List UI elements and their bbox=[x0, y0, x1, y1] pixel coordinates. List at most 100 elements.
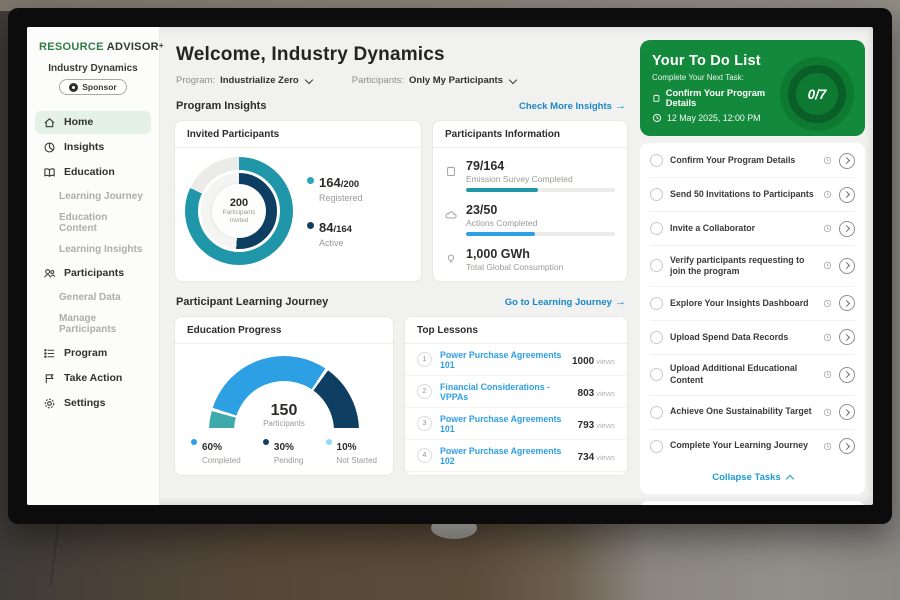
lesson-link[interactable]: Power Purchase Agreements 102 bbox=[440, 446, 570, 466]
sidebar-item-education[interactable]: Education bbox=[35, 161, 151, 184]
sidebar-item-manage-participants[interactable]: Manage Participants bbox=[35, 308, 151, 340]
task-row: Complete Your Learning Journey bbox=[650, 430, 855, 463]
dashboard-screen: RESOURCE ADVISOR+ Industry Dynamics Spon… bbox=[27, 27, 873, 505]
account-block: Industry Dynamics Sponsor bbox=[27, 63, 159, 97]
settings-icon bbox=[43, 397, 56, 410]
task-open-button[interactable] bbox=[839, 153, 855, 169]
lesson-views-label: views bbox=[596, 357, 615, 366]
home-icon bbox=[43, 116, 56, 129]
lesson-link[interactable]: Financial Considerations - VPPAs bbox=[440, 382, 570, 402]
task-open-button[interactable] bbox=[839, 221, 855, 237]
sidebar-item-program[interactable]: Program bbox=[35, 342, 151, 365]
lesson-rank: 2 bbox=[417, 384, 432, 399]
logo-primary: RESOURCE bbox=[39, 41, 104, 53]
todo-tasks-card: Confirm Your Program Details Send 50 Inv… bbox=[640, 143, 865, 494]
clipboard-icon bbox=[445, 165, 457, 177]
sidebar-item-general-data[interactable]: General Data bbox=[35, 287, 151, 308]
task-open-button[interactable] bbox=[839, 295, 855, 311]
collapse-tasks-button[interactable]: Collapse Tasks bbox=[650, 463, 855, 494]
lesson-rank: 3 bbox=[417, 416, 432, 431]
sidebar-item-participants[interactable]: Participants bbox=[35, 262, 151, 285]
legend-dot bbox=[326, 439, 332, 445]
monitor-bezel: RESOURCE ADVISOR+ Industry Dynamics Spon… bbox=[8, 8, 892, 524]
logo-secondary: ADVISOR bbox=[107, 41, 159, 53]
card-title: Participants Information bbox=[433, 121, 627, 148]
legend-item-completed: 60% Completed bbox=[191, 437, 241, 465]
program-filter-value: Industrialize Zero bbox=[220, 75, 299, 86]
invited-donut-chart: 200 Participants Invited bbox=[185, 157, 293, 265]
metric-actions-completed: 23/50 Actions Completed bbox=[445, 198, 615, 242]
donut-center-value: 200 bbox=[230, 197, 248, 209]
lesson-link[interactable]: Power Purchase Agreements 101 bbox=[440, 414, 570, 434]
metric-total-consumption: 1,000 GWh Total Global Consumption bbox=[445, 242, 615, 282]
metric-progress-track bbox=[466, 232, 615, 236]
sidebar-item-learning-insights[interactable]: Learning Insights bbox=[35, 239, 151, 260]
task-open-button[interactable] bbox=[839, 258, 855, 274]
legend-item-pending: 30% Pending bbox=[263, 437, 303, 465]
clock-icon bbox=[823, 408, 832, 417]
lesson-row: 3 Power Purchase Agreements 101 793views bbox=[405, 408, 627, 440]
education-gauge-chart: 150 Participants bbox=[209, 356, 359, 428]
task-checkbox[interactable] bbox=[650, 406, 663, 419]
room-background: RESOURCE ADVISOR+ Industry Dynamics Spon… bbox=[0, 0, 900, 600]
take-action-icon bbox=[43, 372, 56, 385]
metric-progress-fill bbox=[466, 188, 538, 192]
participants-filter-dropdown[interactable]: Participants: Only My Participants bbox=[352, 75, 516, 86]
todo-next-task: Confirm Your Program Details bbox=[652, 88, 782, 108]
metric-value: 1,000 GWh bbox=[466, 247, 615, 261]
lesson-views: 793 bbox=[578, 420, 595, 431]
learning-journey-header: Participant Learning Journey Go to Learn… bbox=[176, 296, 626, 308]
sidebar-item-education-content[interactable]: Education Content bbox=[35, 207, 151, 239]
sidebar-item-settings[interactable]: Settings bbox=[35, 392, 151, 415]
legend-dot bbox=[263, 439, 269, 445]
right-column: Your To Do List Complete Your Next Task:… bbox=[640, 27, 873, 505]
task-checkbox[interactable] bbox=[650, 154, 663, 167]
metric-label: Emission Survey Completed bbox=[466, 174, 615, 184]
sidebar-item-home[interactable]: Home bbox=[35, 111, 151, 134]
sidebar-item-learning-journey[interactable]: Learning Journey bbox=[35, 186, 151, 207]
todo-due-label: 12 May 2025, 12:00 PM bbox=[667, 113, 760, 123]
lesson-link[interactable]: Power Purchase Agreements 101 bbox=[440, 350, 564, 370]
lesson-row: 1 Power Purchase Agreements 101 1000view… bbox=[405, 344, 627, 376]
section-title-program-insights: Program Insights bbox=[176, 100, 266, 112]
invited-donut-center: 200 Participants Invited bbox=[212, 184, 266, 238]
program-filter-dropdown[interactable]: Program: Industrialize Zero bbox=[176, 75, 312, 86]
task-checkbox[interactable] bbox=[650, 188, 663, 201]
task-open-button[interactable] bbox=[839, 187, 855, 203]
insights-cards-row: Invited Participants 200 Participants In… bbox=[174, 120, 628, 282]
legend-label: Not Started bbox=[337, 456, 377, 465]
sponsor-badge-label: Sponsor bbox=[82, 82, 116, 92]
lesson-views: 803 bbox=[578, 388, 595, 399]
task-checkbox[interactable] bbox=[650, 331, 663, 344]
task-open-button[interactable] bbox=[839, 367, 855, 383]
sidebar-item-take-action[interactable]: Take Action bbox=[35, 367, 151, 390]
sidebar-item-insights[interactable]: Insights bbox=[35, 136, 151, 159]
task-open-button[interactable] bbox=[839, 438, 855, 454]
go-to-learning-journey-link[interactable]: Go to Learning Journey bbox=[505, 296, 626, 308]
clock-icon bbox=[823, 442, 832, 451]
task-label: Confirm Your Program Details bbox=[670, 155, 816, 166]
lesson-rank: 1 bbox=[417, 352, 432, 367]
check-more-insights-link[interactable]: Check More Insights bbox=[519, 100, 626, 112]
task-checkbox[interactable] bbox=[650, 222, 663, 235]
task-open-button[interactable] bbox=[839, 404, 855, 420]
top-lessons-card: Top Lessons 1 Power Purchase Agreements … bbox=[404, 316, 628, 476]
task-checkbox[interactable] bbox=[650, 368, 663, 381]
sidebar-item-label: Insights bbox=[64, 141, 104, 153]
lesson-views-label: views bbox=[596, 389, 615, 398]
task-label: Invite a Collaborator bbox=[670, 223, 816, 234]
task-checkbox[interactable] bbox=[650, 440, 663, 453]
program-filter-label: Program: bbox=[176, 75, 215, 86]
task-label: Send 50 Invitations to Participants bbox=[670, 189, 816, 200]
legend-value: 60% bbox=[202, 442, 222, 453]
task-checkbox[interactable] bbox=[650, 297, 663, 310]
task-open-button[interactable] bbox=[839, 329, 855, 345]
todo-next-task-label: Confirm Your Program Details bbox=[666, 88, 782, 108]
metric-label: Actions Completed bbox=[466, 218, 615, 228]
learning-cards-row: Education Progress 150 Participants bbox=[174, 316, 628, 476]
recent-news-card: Recent News bbox=[640, 501, 865, 505]
task-checkbox[interactable] bbox=[650, 259, 663, 272]
legend-dot bbox=[307, 222, 314, 229]
task-row: Explore Your Insights Dashboard bbox=[650, 287, 855, 321]
legend-item-active: 84/164 Active bbox=[307, 219, 363, 248]
